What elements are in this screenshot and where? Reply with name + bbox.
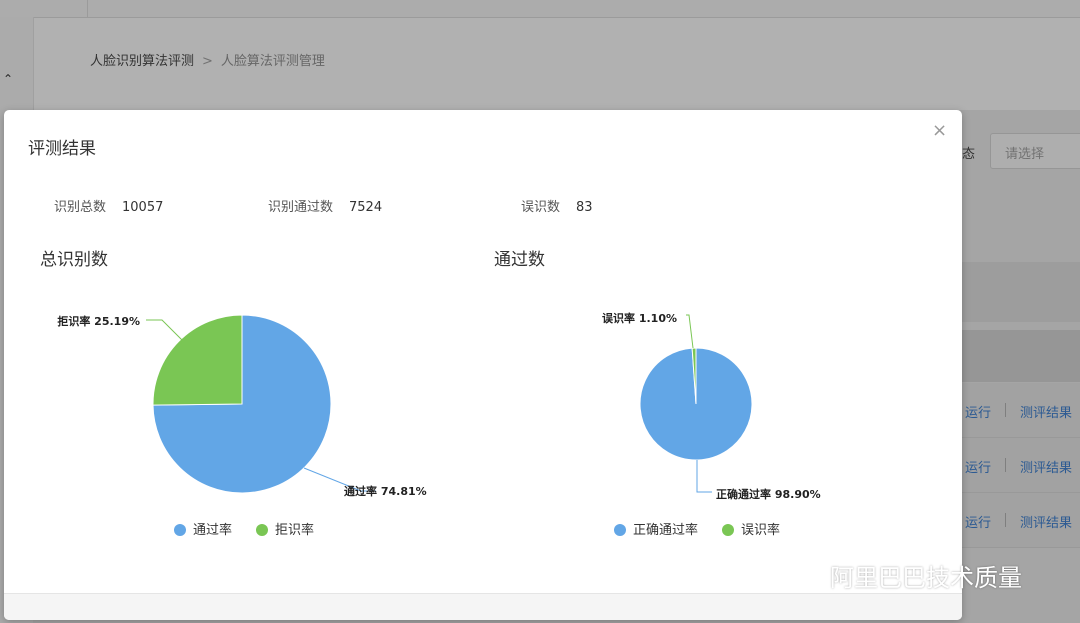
- data-label: 正确通过率 98.90%: [716, 487, 821, 501]
- legend-marker: [614, 524, 626, 536]
- pie-charts: 通过率 74.81% 拒识率 25.19% 通过率 拒识率 正确通过率 98.90% 误识…: [57, 311, 821, 538]
- legend-marker: [256, 524, 268, 536]
- legend-marker: [174, 524, 186, 536]
- data-label: 拒识率 25.19%: [57, 314, 140, 328]
- legend-item: 拒识率: [275, 522, 314, 538]
- data-label-leader: [696, 460, 712, 493]
- data-label-leader: [146, 319, 183, 341]
- data-label: 通过率 74.81%: [344, 484, 427, 498]
- legend-marker: [722, 524, 734, 536]
- data-label-leader: [686, 314, 694, 349]
- legend-item: 正确通过率: [633, 522, 698, 538]
- result-modal: 评测结果 × 识别总数 10057 识别通过数 7524 误识数 83 总识别数 通过…: [4, 110, 962, 620]
- pie-slice-total-1: [152, 314, 243, 406]
- wechat-icon: [785, 563, 820, 588]
- legend-item: 通过率: [193, 522, 232, 538]
- data-label: 误识率 1.10%: [602, 311, 677, 325]
- watermark: 阿里巴巴技术质量: [830, 564, 1022, 592]
- modal-footer: [4, 593, 962, 620]
- legend-item: 误识率: [741, 522, 780, 538]
